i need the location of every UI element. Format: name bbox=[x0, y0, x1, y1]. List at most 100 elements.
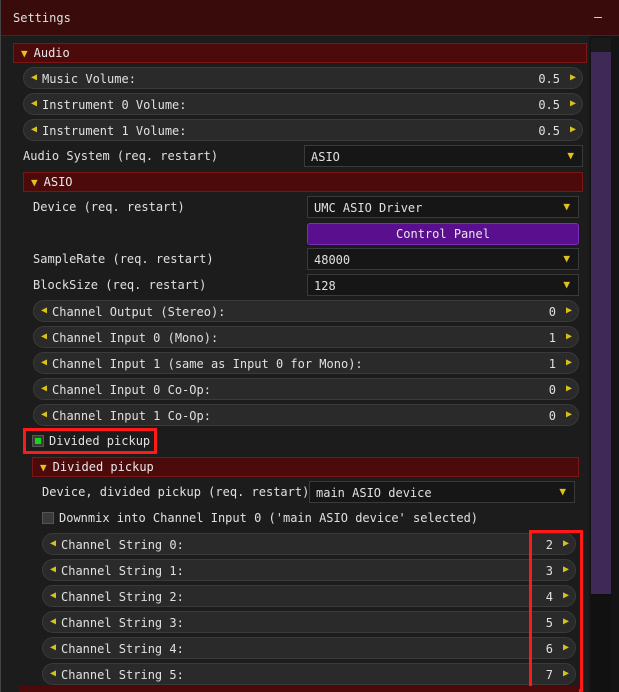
decrement-arrow-icon[interactable]: ◀ bbox=[50, 642, 56, 653]
divided-pickup-header-label: Divided pickup bbox=[52, 460, 154, 474]
decrement-arrow-icon[interactable]: ◀ bbox=[50, 590, 56, 601]
divided-device-value: main ASIO device bbox=[316, 486, 432, 500]
samplerate-value: 48000 bbox=[314, 253, 351, 267]
blocksize-label: BlockSize (req. restart) bbox=[33, 278, 207, 292]
asio-device-label: Device (req. restart) bbox=[33, 200, 185, 214]
decrement-arrow-icon[interactable]: ◀ bbox=[50, 564, 56, 575]
expanded-arrow-icon: ▼ bbox=[31, 175, 38, 189]
channel-string0-slider[interactable]: ◀ Channel String 0: 2 ▶ bbox=[42, 533, 576, 555]
channel-string-label: Channel String 5: bbox=[61, 668, 184, 682]
instrument1-volume-label: Instrument 1 Volume: bbox=[42, 124, 187, 138]
collapse-icon[interactable]: – bbox=[594, 10, 602, 25]
decrement-arrow-icon[interactable]: ◀ bbox=[31, 124, 37, 135]
divided-pickup-section-header[interactable]: ▼ Divided pickup bbox=[32, 457, 579, 477]
audio-system-select[interactable]: ASIO ▼ bbox=[304, 145, 583, 167]
chevron-down-icon: ▼ bbox=[563, 200, 570, 213]
channel-string-label: Channel String 2: bbox=[61, 590, 184, 604]
increment-arrow-icon[interactable]: ▶ bbox=[570, 72, 576, 83]
downmix-checkbox[interactable] bbox=[42, 512, 54, 524]
decrement-arrow-icon[interactable]: ◀ bbox=[41, 383, 47, 394]
channel-output-slider[interactable]: ◀ Channel Output (Stereo): 0 ▶ bbox=[33, 300, 579, 322]
decrement-arrow-icon[interactable]: ◀ bbox=[41, 305, 47, 316]
channel-string-label: Channel String 1: bbox=[61, 564, 184, 578]
next-section-header bbox=[19, 686, 579, 692]
channel-string-label: Channel String 3: bbox=[61, 616, 184, 630]
instrument1-volume-value: 0.5 bbox=[538, 124, 560, 138]
downmix-checkbox-label[interactable]: Downmix into Channel Input 0 ('main ASIO… bbox=[59, 511, 478, 525]
highlight-box bbox=[23, 428, 157, 454]
scrollbar-thumb[interactable] bbox=[591, 52, 611, 594]
channel-input0-coop-label: Channel Input 0 Co-Op: bbox=[52, 383, 211, 397]
decrement-arrow-icon[interactable]: ◀ bbox=[41, 357, 47, 368]
audio-header-label: Audio bbox=[33, 46, 70, 60]
channel-input1-coop-label: Channel Input 1 Co-Op: bbox=[52, 409, 211, 423]
channel-input0-value: 1 bbox=[548, 331, 556, 345]
control-panel-button[interactable]: Control Panel bbox=[307, 223, 579, 245]
expanded-arrow-icon: ▼ bbox=[40, 460, 47, 474]
window-title: Settings bbox=[13, 11, 71, 25]
channel-input1-coop-slider[interactable]: ◀ Channel Input 1 Co-Op: 0 ▶ bbox=[33, 404, 579, 426]
decrement-arrow-icon[interactable]: ◀ bbox=[41, 331, 47, 342]
blocksize-select[interactable]: 128 ▼ bbox=[307, 274, 579, 296]
channel-string5-slider[interactable]: ◀ Channel String 5: 7 ▶ bbox=[42, 663, 576, 685]
channel-string4-slider[interactable]: ◀ Channel String 4: 6 ▶ bbox=[42, 637, 576, 659]
channel-input1-slider[interactable]: ◀ Channel Input 1 (same as Input 0 for M… bbox=[33, 352, 579, 374]
channel-string3-slider[interactable]: ◀ Channel String 3: 5 ▶ bbox=[42, 611, 576, 633]
increment-arrow-icon[interactable]: ▶ bbox=[570, 98, 576, 109]
channel-input1-label: Channel Input 1 (same as Input 0 for Mon… bbox=[52, 357, 363, 371]
music-volume-slider[interactable]: ◀ Music Volume: 0.5 ▶ bbox=[23, 67, 583, 89]
audio-system-label: Audio System (req. restart) bbox=[23, 149, 219, 163]
channel-input0-label: Channel Input 0 (Mono): bbox=[52, 331, 219, 345]
channel-string1-slider[interactable]: ◀ Channel String 1: 3 ▶ bbox=[42, 559, 576, 581]
channel-string2-slider[interactable]: ◀ Channel String 2: 4 ▶ bbox=[42, 585, 576, 607]
chevron-down-icon: ▼ bbox=[559, 485, 566, 498]
scrollbar-lower bbox=[591, 594, 611, 692]
channel-input0-slider[interactable]: ◀ Channel Input 0 (Mono): 1 ▶ bbox=[33, 326, 579, 348]
divided-device-select[interactable]: main ASIO device ▼ bbox=[309, 481, 575, 503]
increment-arrow-icon[interactable]: ▶ bbox=[566, 305, 572, 316]
samplerate-select[interactable]: 48000 ▼ bbox=[307, 248, 579, 270]
instrument1-volume-slider[interactable]: ◀ Instrument 1 Volume: 0.5 ▶ bbox=[23, 119, 583, 141]
asio-section-header[interactable]: ▼ ASIO bbox=[23, 172, 583, 192]
music-volume-label: Music Volume: bbox=[42, 72, 136, 86]
decrement-arrow-icon[interactable]: ◀ bbox=[31, 98, 37, 109]
increment-arrow-icon[interactable]: ▶ bbox=[566, 383, 572, 394]
settings-window: Settings – ▼ Audio ◀ Music Volume: 0.5 ▶… bbox=[0, 0, 619, 692]
audio-section-header[interactable]: ▼ Audio bbox=[13, 43, 587, 63]
chevron-down-icon: ▼ bbox=[567, 149, 574, 162]
samplerate-label: SampleRate (req. restart) bbox=[33, 252, 214, 266]
blocksize-value: 128 bbox=[314, 279, 336, 293]
increment-arrow-icon[interactable]: ▶ bbox=[566, 409, 572, 420]
channel-input1-value: 1 bbox=[548, 357, 556, 371]
channel-output-value: 0 bbox=[548, 305, 556, 319]
chevron-down-icon: ▼ bbox=[563, 278, 570, 291]
channel-input0-coop-slider[interactable]: ◀ Channel Input 0 Co-Op: 0 ▶ bbox=[33, 378, 579, 400]
instrument0-volume-slider[interactable]: ◀ Instrument 0 Volume: 0.5 ▶ bbox=[23, 93, 583, 115]
decrement-arrow-icon[interactable]: ◀ bbox=[50, 616, 56, 627]
decrement-arrow-icon[interactable]: ◀ bbox=[31, 72, 37, 83]
expanded-arrow-icon: ▼ bbox=[21, 46, 28, 60]
increment-arrow-icon[interactable]: ▶ bbox=[566, 331, 572, 342]
increment-arrow-icon[interactable]: ▶ bbox=[570, 124, 576, 135]
highlight-box bbox=[529, 530, 583, 692]
asio-header-label: ASIO bbox=[43, 175, 73, 189]
title-bar[interactable]: Settings – bbox=[1, 0, 619, 36]
instrument0-volume-value: 0.5 bbox=[538, 98, 560, 112]
divided-device-label: Device, divided pickup (req. restart) bbox=[42, 485, 310, 499]
asio-device-select[interactable]: UMC ASIO Driver ▼ bbox=[307, 196, 579, 218]
asio-device-value: UMC ASIO Driver bbox=[314, 201, 423, 215]
channel-string-label: Channel String 0: bbox=[61, 538, 184, 552]
channel-string-label: Channel String 4: bbox=[61, 642, 184, 656]
channel-input1-coop-value: 0 bbox=[548, 409, 556, 423]
channel-output-label: Channel Output (Stereo): bbox=[52, 305, 226, 319]
increment-arrow-icon[interactable]: ▶ bbox=[566, 357, 572, 368]
chevron-down-icon: ▼ bbox=[563, 252, 570, 265]
channel-input0-coop-value: 0 bbox=[548, 383, 556, 397]
instrument0-volume-label: Instrument 0 Volume: bbox=[42, 98, 187, 112]
audio-system-value: ASIO bbox=[311, 150, 340, 164]
decrement-arrow-icon[interactable]: ◀ bbox=[41, 409, 47, 420]
decrement-arrow-icon[interactable]: ◀ bbox=[50, 538, 56, 549]
music-volume-value: 0.5 bbox=[538, 72, 560, 86]
scrollbar-top bbox=[591, 38, 611, 52]
decrement-arrow-icon[interactable]: ◀ bbox=[50, 668, 56, 679]
